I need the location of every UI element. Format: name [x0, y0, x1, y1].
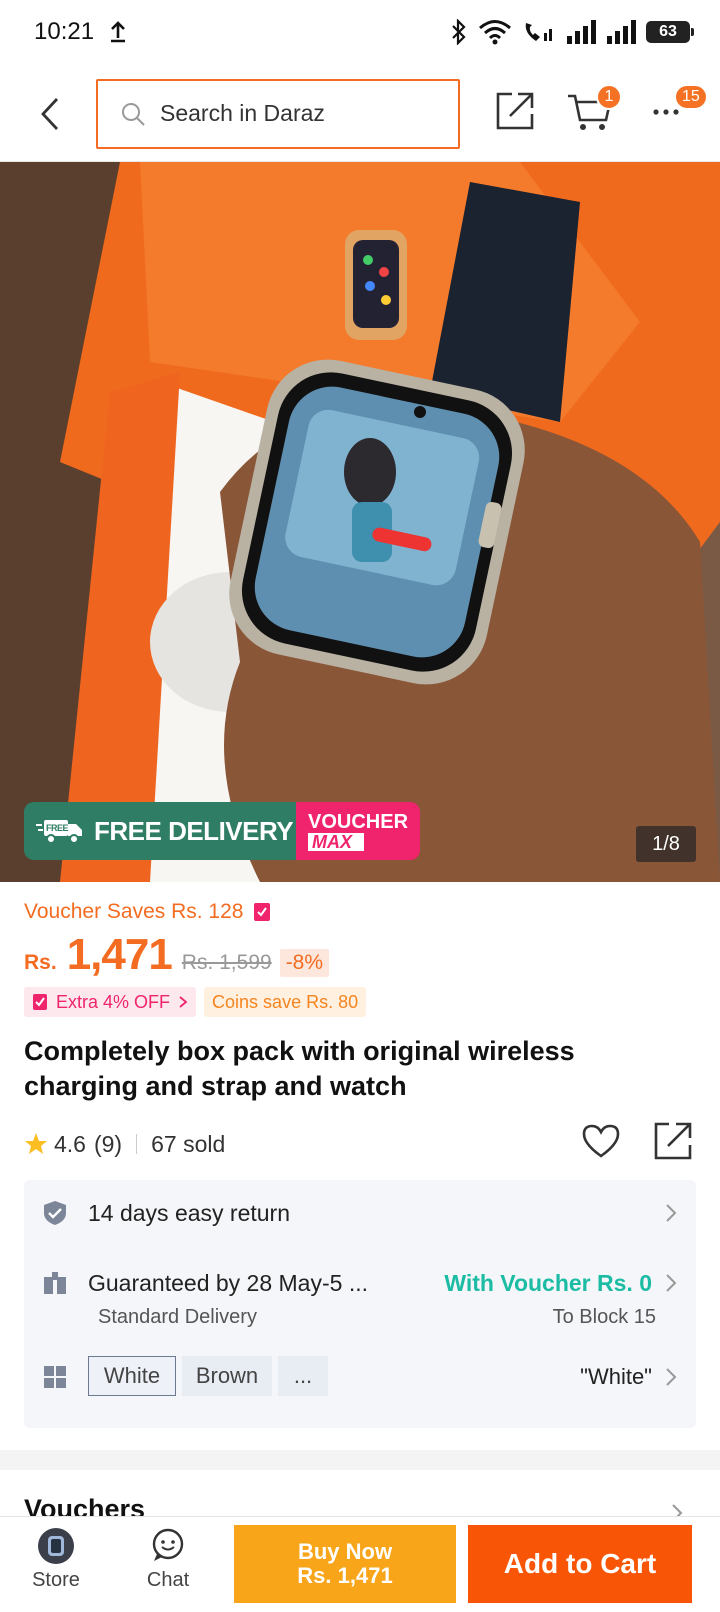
voucher-tag-icon: [33, 994, 47, 1010]
review-count[interactable]: (9): [94, 1131, 122, 1158]
price-currency: Rs.: [24, 951, 57, 974]
voucher-max-line2: MAX: [308, 833, 364, 851]
chevron-right-icon: [666, 1274, 677, 1292]
buy-now-price: Rs. 1,471: [297, 1563, 393, 1588]
delivery-row[interactable]: Guaranteed by 28 May-5 ... With Voucher …: [24, 1250, 696, 1332]
back-arrow-icon: [41, 97, 59, 130]
promo-banner: FREE FREE DELIVERY VOUCHER MAX: [24, 802, 420, 860]
return-policy-row[interactable]: 14 days easy return: [24, 1180, 696, 1246]
delivery-type: Standard Delivery: [98, 1306, 257, 1328]
coins-chip[interactable]: Coins save Rs. 80: [204, 987, 367, 1017]
price-row: Rs. 1,471 Rs. 1,599 -8%: [24, 930, 330, 980]
variant-selected: "White": [580, 1364, 652, 1389]
offer-chips: Extra 4% OFF Coins save Rs. 80: [24, 987, 367, 1017]
divider: [136, 1134, 138, 1154]
store-avatar-icon: [38, 1528, 74, 1564]
more-badge: 15: [674, 84, 708, 110]
back-button[interactable]: [24, 88, 76, 140]
extra-off-label: Extra 4% OFF: [56, 991, 171, 1012]
product-photo: [0, 162, 720, 882]
chevron-right-icon: [666, 1368, 677, 1386]
variant-row[interactable]: White Brown ... "White": [24, 1340, 696, 1414]
chat-button[interactable]: Chat: [128, 1527, 208, 1592]
chevron-right-icon: [179, 996, 188, 1008]
cart-badge: 1: [596, 84, 622, 110]
voucher-tag-icon: [254, 903, 271, 921]
free-tag: FREE: [46, 823, 69, 833]
extra-off-chip[interactable]: Extra 4% OFF: [24, 987, 197, 1017]
voucher-max-badge: VOUCHER MAX: [296, 802, 420, 860]
discount-badge: -8%: [279, 949, 330, 977]
price-original: Rs. 1,599: [181, 951, 272, 974]
variant-white[interactable]: White: [88, 1356, 176, 1396]
rating-value[interactable]: 4.6: [54, 1131, 86, 1158]
store-button[interactable]: Store: [16, 1527, 96, 1592]
add-to-cart-button[interactable]: Add to Cart: [468, 1525, 692, 1603]
share-button[interactable]: [494, 88, 544, 138]
call-icon: [525, 23, 552, 41]
chat-icon: [152, 1528, 184, 1561]
status-bar: 10:21 63: [0, 0, 720, 64]
signal-icon: [567, 20, 596, 44]
wifi-icon: [479, 20, 511, 45]
status-icons: 63: [450, 19, 694, 45]
voucher-saves: Voucher Saves Rs. 128: [24, 900, 271, 924]
chat-label: Chat: [146, 1569, 190, 1591]
rating-row: 4.6 (9) 67 sold: [24, 1122, 696, 1164]
star-icon: [25, 1133, 47, 1154]
product-image[interactable]: FREE FREE DELIVERY VOUCHER MAX 1/8: [0, 162, 720, 882]
search-input[interactable]: Search in Daraz: [96, 78, 460, 149]
service-info-card: 14 days easy return Guaranteed by 28 May…: [24, 1180, 696, 1428]
share-icon: [654, 1122, 692, 1160]
product-title: Completely box pack with original wirele…: [24, 1036, 575, 1101]
variant-brown[interactable]: Brown: [182, 1356, 272, 1396]
section-divider: [0, 1450, 720, 1470]
coins-label: Coins save Rs. 80: [212, 991, 359, 1012]
price-current: 1,471: [66, 930, 173, 979]
more-button[interactable]: 15: [648, 84, 708, 138]
share-icon: [496, 92, 534, 130]
buy-now-button[interactable]: Buy Now Rs. 1,471: [234, 1525, 456, 1603]
battery-indicator: 63: [646, 21, 694, 43]
status-time: 10:21: [34, 18, 95, 45]
delivery-voucher: With Voucher Rs. 0: [444, 1270, 652, 1296]
sold-count: 67 sold: [151, 1130, 226, 1157]
cart-button[interactable]: 1: [566, 84, 622, 138]
delivery-location: To Block 15: [552, 1306, 656, 1328]
delivery-guarantee: Guaranteed by 28 May-5 ...: [88, 1270, 368, 1296]
voucher-max-line1: VOUCHER: [308, 811, 409, 833]
delivery-box-icon: [44, 1272, 66, 1294]
bottom-action-bar: Store Chat Buy Now Rs. 1,471 Add to Cart: [0, 1516, 720, 1612]
signal-icon-2: [607, 20, 636, 44]
free-delivery-label: FREE DELIVERY: [94, 815, 294, 846]
variants-grid-icon: [44, 1366, 66, 1388]
wishlist-button[interactable]: [580, 1120, 626, 1166]
heart-icon: [582, 1124, 620, 1158]
delivery-truck-icon: FREE: [36, 820, 82, 844]
search-icon: [122, 102, 145, 126]
chevron-right-icon: [666, 1204, 677, 1222]
return-policy-text: 14 days easy return: [88, 1200, 291, 1226]
bluetooth-icon: [452, 19, 466, 45]
voucher-saves-text: Voucher Saves Rs. 128: [24, 900, 244, 923]
variant-more[interactable]: ...: [278, 1356, 328, 1396]
upload-icon: [111, 21, 126, 43]
shield-check-icon: [44, 1201, 66, 1225]
store-label: Store: [32, 1569, 80, 1591]
share-product-button[interactable]: [652, 1120, 698, 1166]
free-delivery-badge: FREE FREE DELIVERY: [24, 802, 296, 860]
top-bar: Search in Daraz 1 15: [0, 66, 720, 162]
image-counter: 1/8: [636, 826, 696, 862]
search-placeholder: Search in Daraz: [160, 100, 325, 126]
buy-now-label: Buy Now: [297, 1539, 393, 1564]
